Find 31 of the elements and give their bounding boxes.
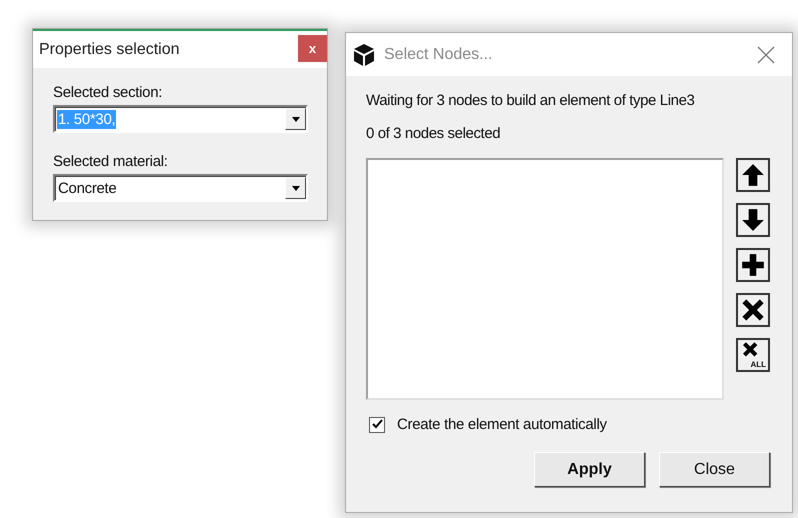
- caret-icon: [290, 183, 300, 193]
- dialog-button[interactable]: Apply: [534, 452, 645, 487]
- close-icon: [757, 46, 775, 64]
- selection-count: 0 of 3 nodes selected: [366, 125, 502, 142]
- move-up-button[interactable]: [736, 158, 770, 192]
- window-title: Select Nodes...: [384, 46, 494, 64]
- field-label: Selected section:: [53, 84, 164, 101]
- dropdown-field[interactable]: Concrete: [53, 174, 308, 202]
- move-down-button[interactable]: [736, 203, 770, 237]
- status-message: Waiting for 3 nodes to build an element of type Line3: [366, 92, 696, 109]
- checkmark-icon: [372, 419, 382, 430]
- title-bar-x-button[interactable]: x: [298, 35, 327, 62]
- window-title: Properties selection: [39, 40, 181, 58]
- remove-all-button[interactable]: ALL: [736, 338, 770, 372]
- caret-icon: [290, 114, 300, 124]
- dropdown-value: Concrete: [57, 178, 118, 198]
- plus-icon: [740, 252, 766, 278]
- dropdown-value: 1. 50*30,: [57, 110, 116, 128]
- dropdown-arrow-button[interactable]: [285, 177, 306, 199]
- checkbox[interactable]: [369, 416, 385, 432]
- cube-icon: [352, 42, 376, 66]
- node-list[interactable]: [366, 158, 724, 400]
- checkbox-label: Create the element automatically: [397, 416, 607, 433]
- arrow-up-icon: [740, 162, 766, 188]
- dialog-button[interactable]: Close: [659, 452, 770, 487]
- remove-button[interactable]: [736, 293, 770, 327]
- cross-icon: [740, 297, 766, 323]
- arrow-down-icon: [740, 207, 766, 233]
- field-label: Selected material:: [53, 153, 169, 170]
- dropdown-arrow-button[interactable]: [285, 108, 306, 130]
- add-button[interactable]: [736, 248, 770, 282]
